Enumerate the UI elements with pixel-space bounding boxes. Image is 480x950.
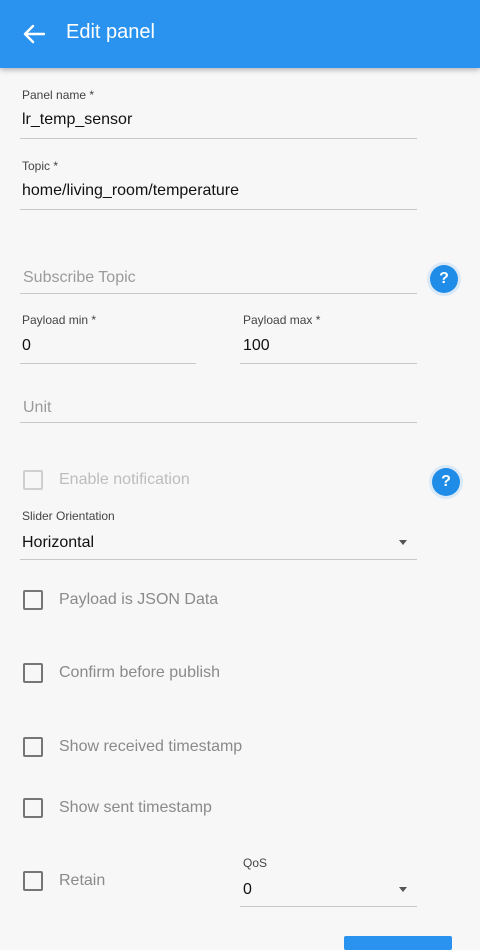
help-circle-icon: ? [439, 270, 449, 287]
unit-input[interactable]: Unit [23, 399, 51, 417]
panel-name-underline [20, 138, 417, 139]
confirm-publish-label: Confirm before publish [59, 664, 220, 681]
payload-max-label: Payload max * [243, 313, 321, 327]
topic-underline [20, 209, 417, 210]
payload-max-input[interactable]: 100 [243, 337, 270, 355]
chevron-down-icon [399, 887, 407, 892]
show-sent-timestamp-label: Show sent timestamp [59, 799, 212, 816]
panel-name-input[interactable]: lr_temp_sensor [22, 111, 132, 129]
enable-notification-label: Enable notification [59, 471, 190, 488]
slider-orientation-select[interactable]: Horizontal [22, 534, 94, 552]
app-bar: Edit panel [0, 0, 480, 68]
help-circle-icon: ? [441, 473, 451, 490]
qos-label: QoS [243, 856, 268, 870]
enable-notification-checkbox[interactable] [23, 470, 43, 490]
show-sent-timestamp-checkbox[interactable] [23, 798, 43, 818]
topic-input[interactable]: home/living_room/temperature [22, 182, 239, 200]
confirm-publish-checkbox[interactable] [23, 663, 43, 683]
qos-underline [240, 906, 417, 907]
subscribe-help-button[interactable]: ? [430, 265, 458, 293]
subscribe-topic-input[interactable]: Subscribe Topic [23, 269, 136, 287]
page-title: Edit panel [66, 21, 155, 43]
subscribe-topic-underline [20, 293, 417, 294]
slider-orientation-label: Slider Orientation [22, 509, 115, 523]
notification-help-button[interactable]: ? [432, 468, 460, 496]
payload-min-underline [20, 363, 196, 364]
topic-label: Topic * [22, 159, 59, 173]
payload-max-underline [240, 363, 417, 364]
retain-label: Retain [59, 872, 106, 889]
payload-min-input[interactable]: 0 [22, 337, 31, 355]
show-received-timestamp-checkbox[interactable] [23, 737, 43, 757]
back-button[interactable] [14, 16, 54, 52]
payload-json-label: Payload is JSON Data [59, 591, 219, 608]
unit-underline [20, 422, 417, 423]
show-received-timestamp-label: Show received timestamp [59, 738, 243, 755]
retain-checkbox[interactable] [23, 871, 43, 891]
payload-json-checkbox[interactable] [23, 590, 43, 610]
qos-select[interactable]: 0 [243, 881, 252, 899]
payload-min-label: Payload min * [22, 313, 97, 327]
arrow-left-icon [23, 24, 45, 44]
save-button[interactable] [344, 936, 452, 950]
chevron-down-icon [399, 540, 407, 545]
slider-orientation-underline [20, 559, 417, 560]
panel-name-label: Panel name * [22, 88, 95, 102]
